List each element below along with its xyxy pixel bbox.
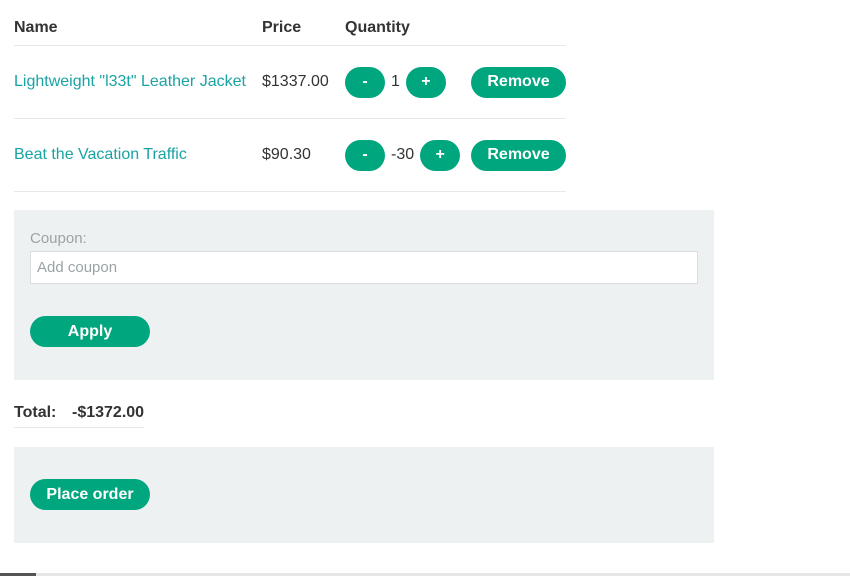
decrease-quantity-button[interactable]: - [345,139,385,171]
decrease-quantity-button[interactable]: - [345,66,385,98]
quantity-stepper: - 1 + [345,66,471,98]
item-link[interactable]: Lightweight "l33t" Leather Jacket [14,73,246,90]
coupon-panel: Coupon: Apply [14,210,714,380]
actions-cell: Remove [471,45,566,119]
remove-button[interactable]: Remove [471,66,566,98]
quantity-stepper: - -30 + [345,139,471,171]
quantity-cell: - -30 + [345,118,471,192]
quantity-cell: - 1 + [345,45,471,119]
cart-page: Name Price Quantity Lightweight "l33t" L… [0,0,850,576]
item-name-cell: Lightweight "l33t" Leather Jacket [14,45,262,119]
total-row: Total: -$1372.00 [14,400,144,428]
cart-table: Name Price Quantity Lightweight "l33t" L… [14,10,566,192]
item-link[interactable]: Beat the Vacation Traffic [14,146,187,163]
apply-coupon-button[interactable]: Apply [30,316,150,347]
column-header-price: Price [262,10,345,46]
quantity-value: 1 [391,73,400,90]
place-order-button[interactable]: Place order [30,479,150,510]
coupon-label: Coupon: [30,230,87,247]
increase-quantity-button[interactable]: + [405,66,446,98]
table-header-row: Name Price Quantity [14,10,566,46]
order-panel: Place order [14,447,714,543]
table-row: Beat the Vacation Traffic $90.30 - -30 +… [14,118,566,192]
actions-cell: Remove [471,118,566,192]
column-header-quantity: Quantity [345,10,471,46]
item-name-cell: Beat the Vacation Traffic [14,118,262,192]
item-price: $1337.00 [262,45,345,119]
table-row: Lightweight "l33t" Leather Jacket $1337.… [14,45,566,119]
increase-quantity-button[interactable]: + [420,139,461,171]
coupon-input[interactable] [30,251,698,284]
quantity-value: -30 [391,146,415,163]
item-price: $90.30 [262,118,345,192]
total-value: -$1372.00 [72,404,145,421]
column-header-name: Name [14,10,262,46]
column-header-actions [471,10,566,46]
total-label: Total: [14,404,57,421]
remove-button[interactable]: Remove [471,139,566,171]
